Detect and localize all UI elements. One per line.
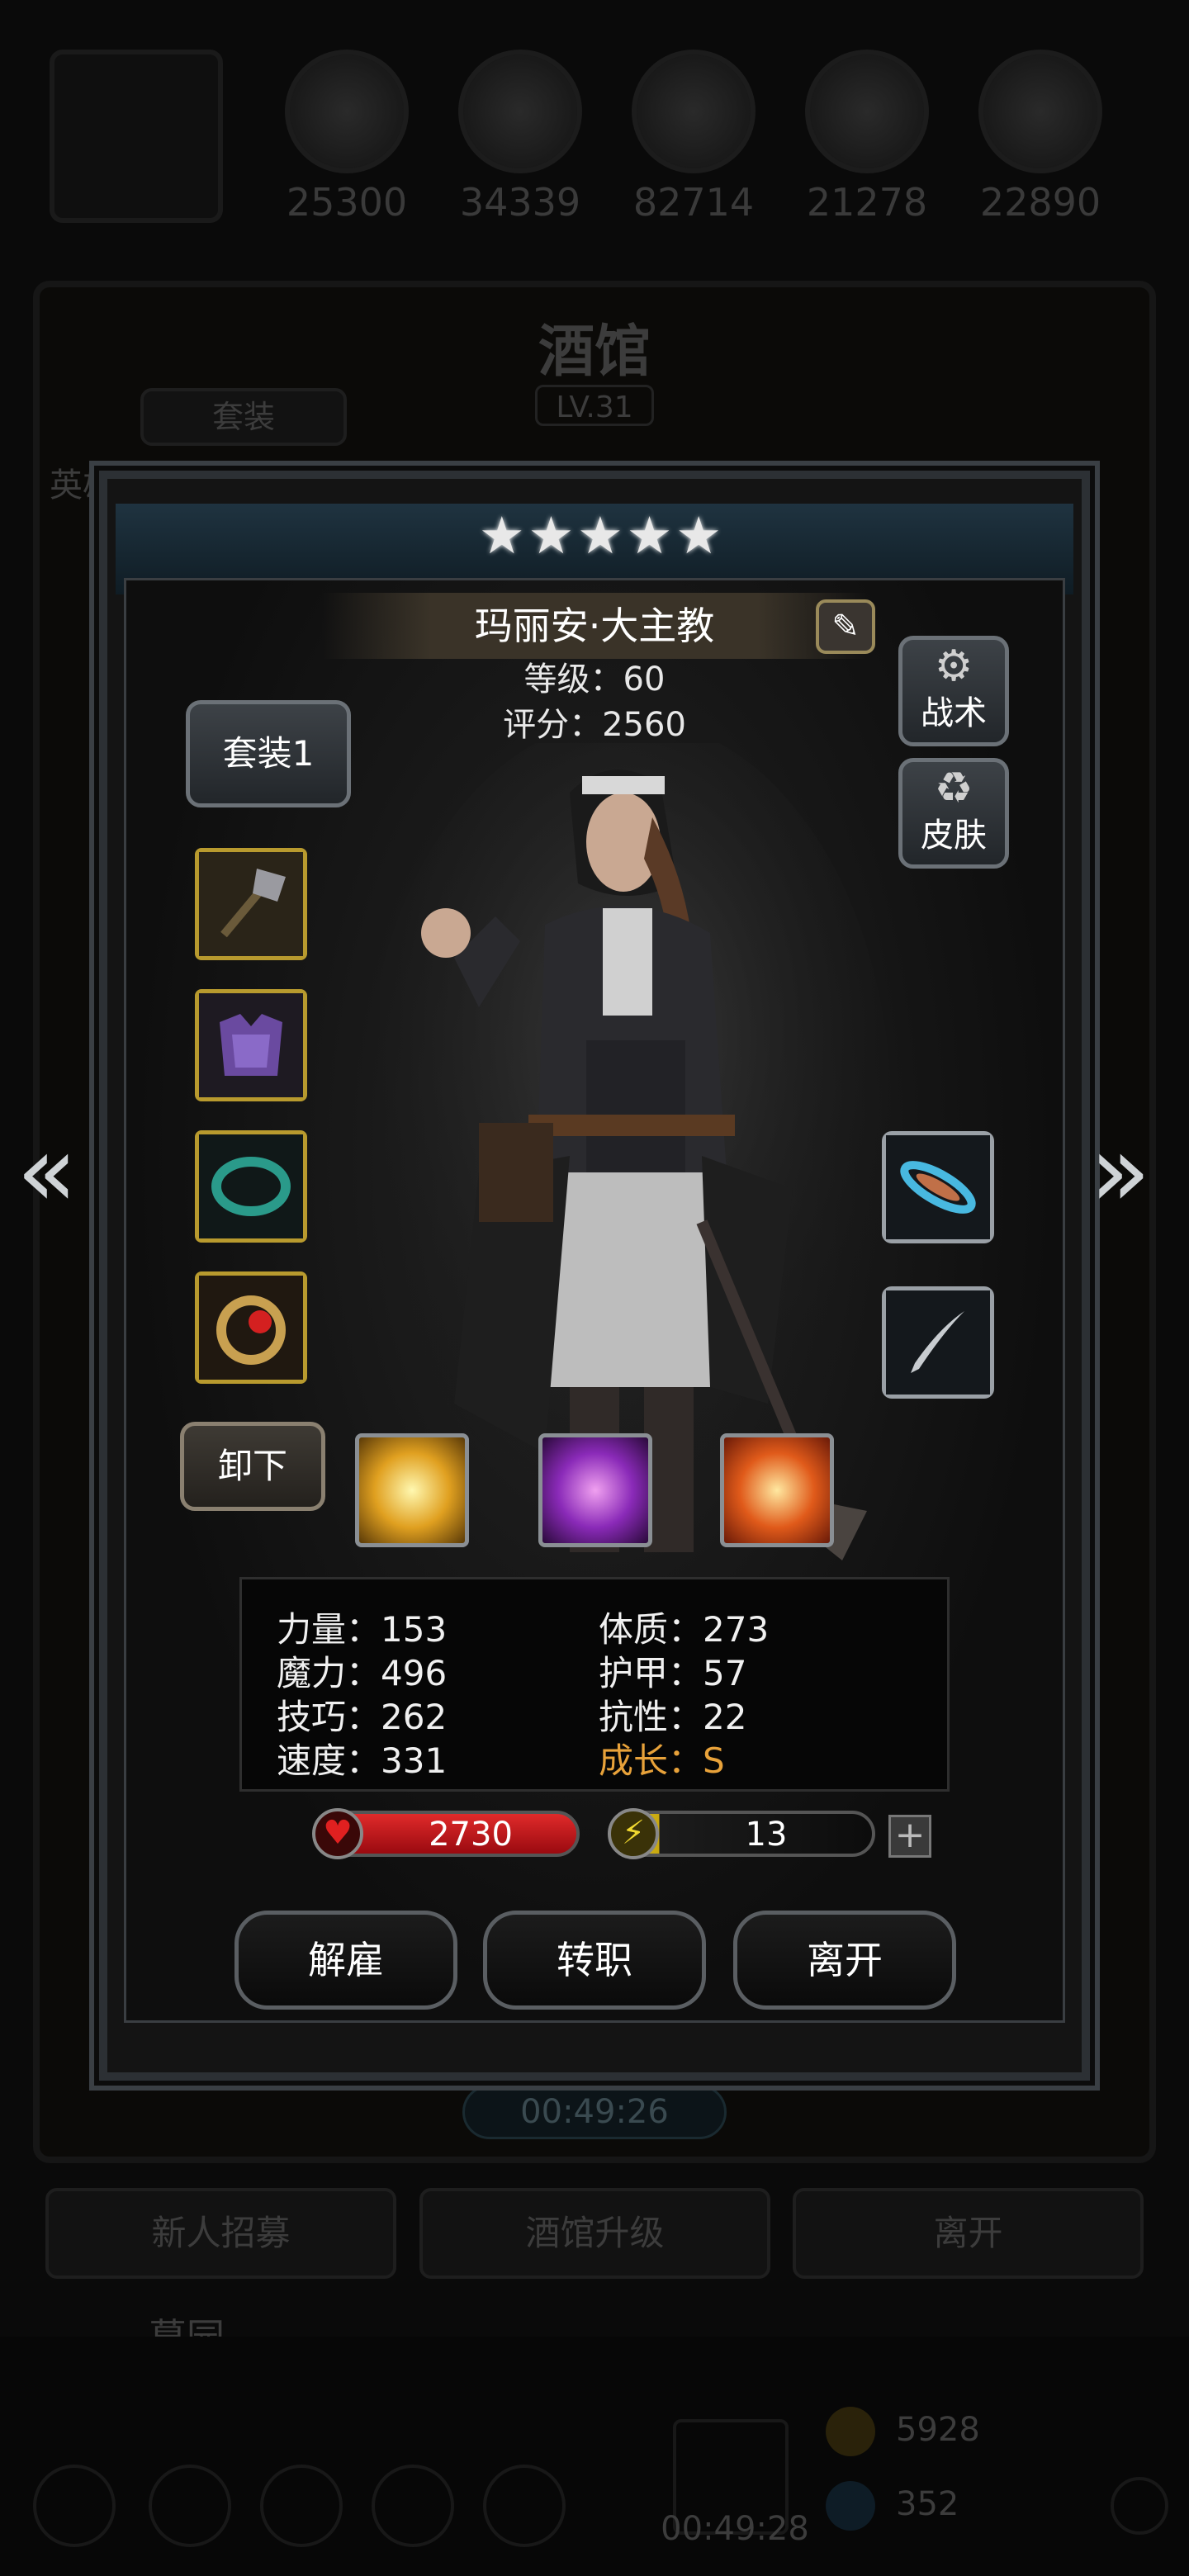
gear-icon: ⚙	[934, 642, 973, 691]
resource-value: 34339	[459, 180, 581, 225]
building-title: 酒馆	[538, 320, 651, 385]
ring-slot[interactable]	[195, 1130, 307, 1243]
stat-magic: 魔力：496	[277, 1653, 448, 1693]
recruit-button[interactable]: 新人招募	[45, 2188, 396, 2279]
resource-icon	[285, 50, 409, 173]
unequip-button[interactable]: 卸下	[180, 1422, 325, 1511]
resource-value: 21278	[806, 180, 928, 225]
change-class-button[interactable]: 转职	[483, 1911, 706, 2010]
armor-slot[interactable]	[195, 989, 307, 1101]
mace-icon	[199, 852, 303, 956]
menu-icon[interactable]	[149, 2465, 231, 2547]
resource-icon	[632, 50, 756, 173]
skin-label: 皮肤	[921, 817, 987, 855]
jade-ring-icon	[199, 1134, 303, 1238]
hero-level: 等级：60	[523, 661, 666, 698]
hp-value: 2730	[429, 1816, 513, 1854]
holy-shield-skill-icon[interactable]	[720, 1433, 834, 1547]
tavern-leave-button[interactable]: 离开	[793, 2188, 1144, 2279]
holy-light-skill-icon[interactable]	[355, 1433, 469, 1547]
gold-value: 5928	[896, 2411, 980, 2449]
previous-hero-arrow-icon[interactable]: «	[17, 1115, 77, 1229]
ruby-ring-icon	[199, 1276, 303, 1380]
menu-icon[interactable]	[372, 2465, 454, 2547]
gem-icon	[826, 2481, 875, 2531]
add-energy-button[interactable]: +	[888, 1815, 931, 1858]
stat-skill: 技巧：262	[277, 1697, 448, 1737]
resource-value: 25300	[286, 180, 408, 225]
stat-strength: 力量：153	[277, 1609, 448, 1650]
menu-icon[interactable]	[483, 2465, 566, 2547]
arcane-note-skill-icon[interactable]	[538, 1433, 652, 1547]
dagger-icon	[886, 1290, 990, 1395]
star-rating: ★★★★★	[479, 505, 725, 566]
resource-value: 22890	[979, 180, 1101, 225]
rename-icon[interactable]: ✎	[816, 599, 875, 654]
next-hero-arrow-icon[interactable]: »	[1090, 1115, 1150, 1229]
leave-button[interactable]: 离开	[733, 1911, 956, 2010]
tactics-label: 战术	[921, 694, 987, 732]
building-level: LV.31	[535, 385, 654, 426]
stat-growth: 成长：S	[599, 1740, 725, 1781]
skin-button[interactable]: ♻ 皮肤	[898, 758, 1009, 869]
set-tab[interactable]: 套装	[140, 388, 347, 446]
energy-value: 13	[745, 1816, 788, 1854]
stat-constitution: 体质：273	[599, 1609, 770, 1650]
accessory-slot[interactable]	[195, 1271, 307, 1384]
bottom-timer: 00:49:28	[661, 2510, 809, 2548]
gem-value: 352	[896, 2485, 959, 2523]
timer-badge: 00:49:26	[462, 2085, 727, 2139]
stat-resistance: 抗性：22	[599, 1697, 747, 1737]
stat-speed: 速度：331	[277, 1740, 448, 1781]
tactics-button[interactable]: ⚙ 战术	[898, 636, 1009, 746]
menu-icon[interactable]	[33, 2465, 116, 2547]
armor-icon	[199, 993, 303, 1097]
resource-value: 82714	[632, 180, 755, 225]
menu-icon[interactable]	[260, 2465, 343, 2547]
hero-score: 评分：2560	[503, 706, 686, 744]
resource-icon	[458, 50, 582, 173]
shirt-icon: ♻	[934, 764, 973, 813]
bracelet-icon	[886, 1135, 990, 1239]
settings-icon[interactable]	[1111, 2477, 1168, 2535]
heart-icon: ♥	[312, 1808, 363, 1859]
stat-armor: 护甲：57	[599, 1653, 747, 1693]
gold-icon	[826, 2407, 875, 2456]
resource-icon	[978, 50, 1102, 173]
tavern-upgrade-button[interactable]: 酒馆升级	[419, 2188, 770, 2279]
set-button[interactable]: 套装1	[186, 700, 351, 807]
bracelet-slot[interactable]	[882, 1131, 994, 1243]
dismiss-button[interactable]: 解雇	[234, 1911, 457, 2010]
hero-name: 玛丽安·大主教	[322, 593, 867, 659]
dagger-slot[interactable]	[882, 1286, 994, 1399]
weapon-slot[interactable]	[195, 848, 307, 960]
player-avatar	[50, 50, 223, 223]
resource-icon	[805, 50, 929, 173]
lightning-icon: ⚡	[608, 1808, 659, 1859]
